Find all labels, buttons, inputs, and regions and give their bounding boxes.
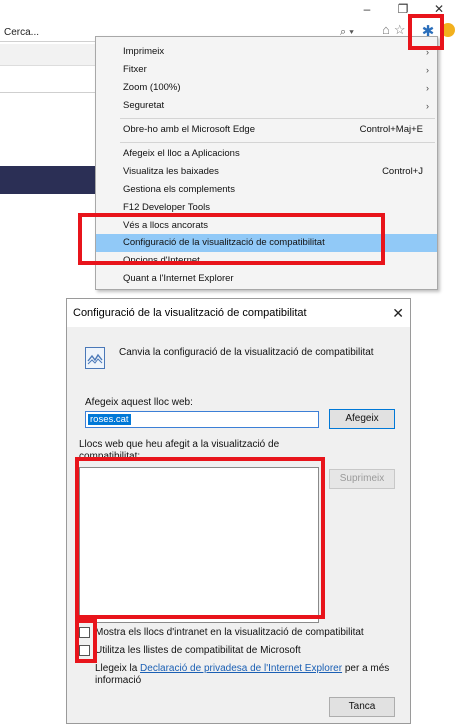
page-banner	[0, 166, 95, 194]
add-site-value: roses.cat	[88, 414, 131, 425]
add-site-label: Afegeix aquest lloc web:	[85, 397, 193, 408]
privacy-prefix: Llegeix la	[95, 663, 141, 674]
menu-item-label: Fitxer	[123, 64, 147, 75]
menu-item-add-to-apps[interactable]: Afegeix el lloc a Aplicacions	[96, 145, 437, 163]
minimize-button[interactable]: –	[349, 2, 385, 18]
intranet-checkbox-label[interactable]: Mostra els llocs d'intranet en la visual…	[95, 627, 364, 638]
privacy-text-line2: informació	[95, 675, 142, 686]
menu-item-downloads[interactable]: Visualitza les baixades Control+J	[96, 163, 437, 181]
page-divider	[0, 92, 95, 93]
remove-button[interactable]: Suprimeix	[329, 469, 395, 489]
menu-item-open-edge[interactable]: Obre-ho amb el Microsoft Edge Control+Maj…	[96, 121, 437, 139]
dialog-close-icon[interactable]: ✕	[392, 299, 404, 327]
menu-separator	[120, 118, 435, 119]
add-button[interactable]: Afegeix	[329, 409, 395, 429]
compatibility-icon	[85, 347, 105, 369]
menu-item-label: Visualitza les baixades	[123, 166, 219, 177]
microsoft-lists-checkbox-label[interactable]: Utilitza les llistes de compatibilitat d…	[95, 645, 301, 656]
annotation-box-listbox	[75, 457, 325, 619]
list-label-line1: Llocs web que heu afegit a la visualitza…	[79, 439, 280, 450]
submenu-arrow-icon: ›	[426, 101, 429, 111]
menu-item-file[interactable]: Fitxer ›	[96, 61, 437, 79]
menu-shortcut: Control+Maj+E	[359, 124, 423, 135]
page-tab-strip	[0, 44, 95, 66]
privacy-link[interactable]: Declaració de privadesa de l'Internet Ex…	[140, 663, 342, 674]
screenshot: – ❐ ✕ Cerca... ⌕ ▾ ⌂ ☆ ✱ Imprimeix › Fitx…	[0, 0, 457, 724]
menu-item-label: Imprimeix	[123, 46, 165, 57]
annotation-box-gear	[408, 14, 444, 50]
address-text: Cerca...	[4, 27, 40, 38]
menu-item-label: Zoom (100%)	[123, 82, 181, 93]
add-site-input[interactable]: roses.cat	[85, 411, 319, 428]
menu-item-about[interactable]: Quant a l'Internet Explorer	[96, 270, 437, 288]
menu-item-print[interactable]: Imprimeix ›	[96, 43, 437, 61]
browser-window: – ❐ ✕ Cerca... ⌕ ▾ ⌂ ☆ ✱ Imprimeix › Fitx…	[0, 0, 457, 290]
annotation-box-checkboxes	[75, 619, 97, 663]
menu-item-security[interactable]: Seguretat ›	[96, 97, 437, 115]
dialog-titlebar: Configuració de la visualització de comp…	[67, 299, 410, 327]
menu-shortcut: Control+J	[382, 166, 423, 177]
menu-separator	[120, 142, 435, 143]
dialog-title: Configuració de la visualització de comp…	[73, 307, 307, 319]
privacy-suffix: per a més	[342, 663, 390, 674]
close-button[interactable]: Tanca	[329, 697, 395, 717]
menu-item-zoom[interactable]: Zoom (100%) ›	[96, 79, 437, 97]
menu-item-label: Seguretat	[123, 100, 165, 111]
menu-item-label: Gestiona els complements	[123, 184, 235, 195]
annotation-box-menu-item	[78, 213, 385, 265]
menu-item-label: F12 Developer Tools	[123, 202, 210, 213]
submenu-arrow-icon: ›	[426, 83, 429, 93]
submenu-arrow-icon: ›	[426, 65, 429, 75]
menu-item-manage-addons[interactable]: Gestiona els complements	[96, 181, 437, 199]
menu-item-label: Quant a l'Internet Explorer	[123, 273, 234, 284]
compatibility-dialog: Configuració de la visualització de comp…	[66, 298, 411, 724]
menu-item-label: Obre-ho amb el Microsoft Edge	[123, 124, 256, 135]
privacy-text: Llegeix la Declaració de privadesa de l'…	[95, 663, 389, 674]
menu-item-label: Afegeix el lloc a Aplicacions	[123, 148, 240, 159]
dialog-heading: Canvia la configuració de la visualitzac…	[119, 347, 374, 358]
